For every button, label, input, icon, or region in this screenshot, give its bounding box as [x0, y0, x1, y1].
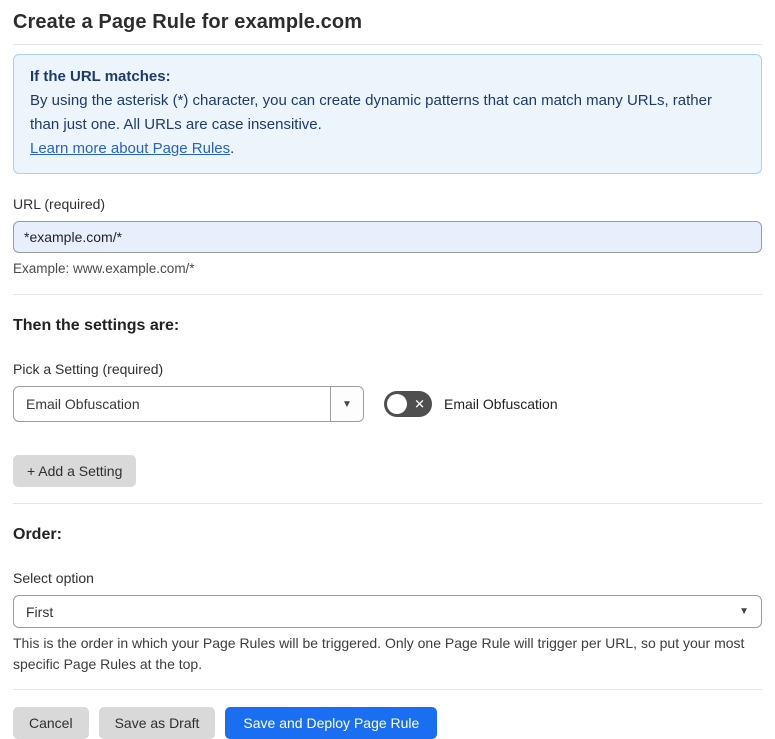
settings-section-heading: Then the settings are:	[13, 317, 180, 334]
url-matches-info-box: If the URL matches: By using the asteris…	[13, 54, 762, 174]
info-box-heading: If the URL matches:	[30, 68, 171, 85]
page-title: Create a Page Rule for example.com	[13, 11, 363, 33]
order-section-heading: Order:	[13, 526, 62, 543]
page-rule-form: Create a Page Rule for example.com If th…	[0, 10, 775, 739]
order-select[interactable]: First ▼	[13, 595, 762, 628]
setting-row: Email Obfuscation ▼ ✕ Email Obfuscation	[13, 386, 762, 422]
url-input[interactable]	[13, 221, 762, 253]
email-obfuscation-toggle[interactable]: ✕	[384, 391, 432, 417]
save-deploy-button[interactable]: Save and Deploy Page Rule	[225, 707, 438, 739]
info-box-body: By using the asterisk (*) character, you…	[30, 92, 712, 133]
select-caret-icon: ▼	[739, 606, 749, 617]
divider	[13, 689, 762, 690]
url-example-helper: Example: www.example.com/*	[13, 261, 195, 276]
info-box-link-line: Learn more about Page Rules.	[30, 137, 745, 161]
learn-more-link[interactable]: Learn more about Page Rules	[30, 140, 230, 157]
pick-setting-label: Pick a Setting (required)	[13, 361, 164, 377]
setting-dropdown[interactable]: Email Obfuscation ▼	[13, 386, 364, 422]
toggle-x-icon: ✕	[414, 396, 425, 412]
footer-actions: Cancel Save as Draft Save and Deploy Pag…	[13, 707, 762, 739]
order-select-value: First	[26, 603, 54, 620]
save-draft-button[interactable]: Save as Draft	[98, 707, 216, 739]
order-helper-text: This is the order in which your Page Rul…	[13, 635, 745, 672]
setting-dropdown-value: Email Obfuscation	[26, 396, 140, 412]
link-suffix: .	[230, 140, 235, 157]
url-field-label: URL (required)	[13, 196, 106, 212]
dropdown-caret-icon[interactable]: ▼	[330, 387, 363, 421]
add-setting-button[interactable]: + Add a Setting	[13, 455, 137, 487]
divider	[13, 44, 762, 45]
cancel-button[interactable]: Cancel	[13, 707, 89, 739]
toggle-label: Email Obfuscation	[444, 396, 558, 412]
divider	[13, 294, 762, 295]
order-select-label: Select option	[13, 570, 94, 586]
toggle-knob	[387, 394, 407, 414]
divider	[13, 503, 762, 504]
